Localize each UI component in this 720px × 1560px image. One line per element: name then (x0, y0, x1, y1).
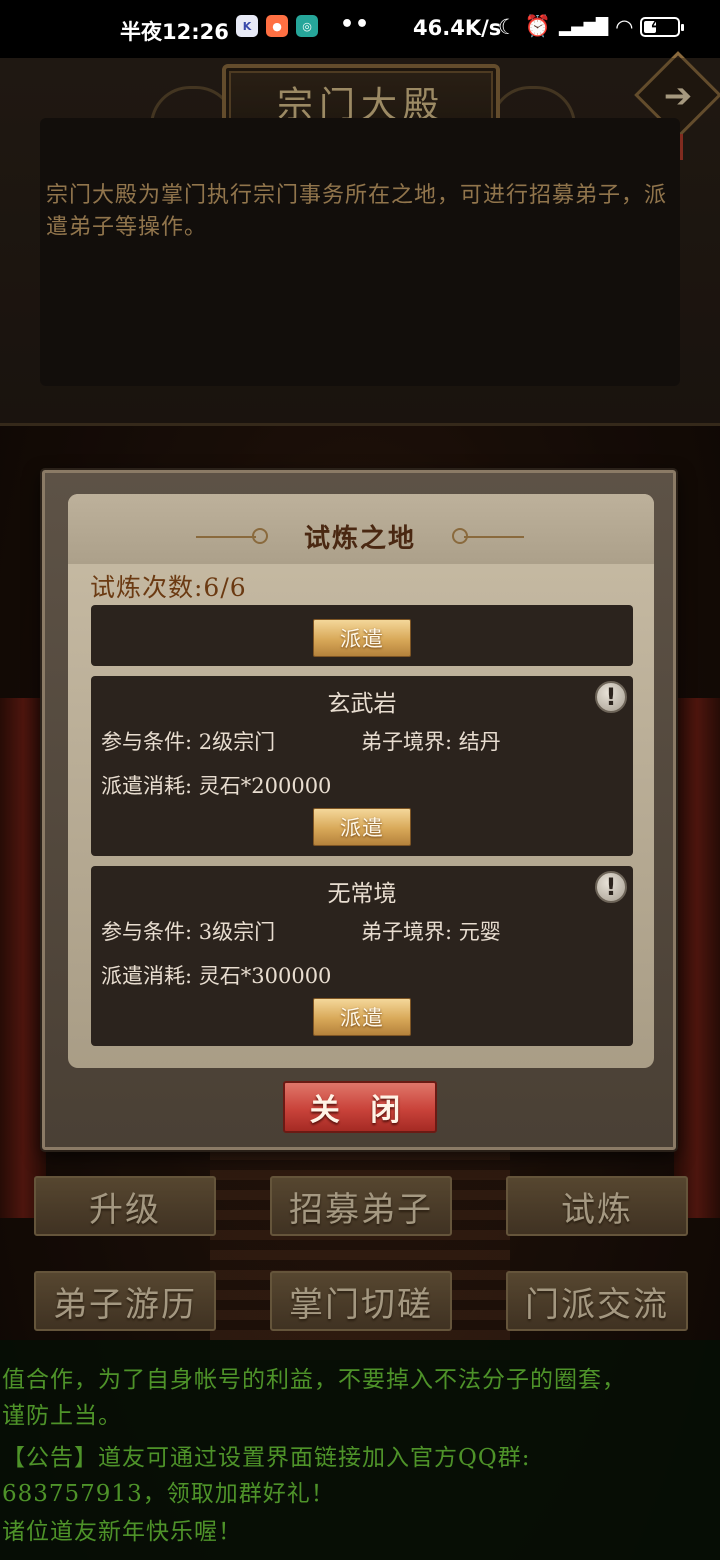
signal-icon: ▂▄▆█ (558, 17, 609, 36)
app-orange-icon: ● (266, 15, 288, 37)
dispatch-button[interactable]: 派遣 (313, 619, 411, 657)
system-icons: ☾ ⏰ ▂▄▆█ ◠ 44 (498, 14, 685, 39)
clock: 半夜12:26 (120, 20, 229, 44)
app-k-icon: K (236, 15, 258, 37)
alarm-icon: ⏰ (524, 14, 551, 38)
trial-card: 无常境 ! 参与条件: 3级宗门 弟子境界: 元婴 派遣消耗: 灵石*30000… (91, 866, 633, 1046)
notification-icons: K ● ◎ (236, 15, 318, 37)
trial-name: 无常境 (327, 881, 397, 907)
battery-tip (681, 23, 685, 31)
moon-icon: ☾ (498, 14, 517, 39)
network-speed: 46.4K/s (413, 16, 502, 40)
battery-level: 44 (651, 17, 670, 33)
dispatch-row: 派遣 (91, 605, 633, 666)
trial-realm: 弟子境界: 结丹 (361, 730, 501, 754)
close-button[interactable]: 关 闭 (283, 1081, 437, 1133)
status-bar: 半夜12:26 K ● ◎ •• 46.4K/s ☾ ⏰ ▂▄▆█ ◠ 44 (0, 0, 720, 58)
trial-count: 试炼次数:6/6 (90, 573, 247, 602)
battery-icon: 44 (640, 16, 685, 37)
ornament-line-right (464, 536, 524, 538)
trial-condition: 参与条件: 3级宗门 (101, 920, 276, 944)
ornament-line-left (196, 536, 256, 538)
dialog-title: 试炼之地 (303, 524, 416, 554)
dispatch-button[interactable]: 派遣 (313, 808, 411, 846)
info-icon[interactable]: ! (595, 871, 627, 903)
trial-realm: 弟子境界: 元婴 (361, 920, 501, 944)
wifi-icon: ◠ (616, 14, 633, 39)
more-notifications-icon: •• (340, 12, 371, 37)
app-teal-icon: ◎ (296, 15, 318, 37)
trial-card: 玄武岩 ! 参与条件: 2级宗门 弟子境界: 结丹 派遣消耗: 灵石*20000… (91, 676, 633, 856)
trial-cost: 派遣消耗: 灵石*300000 (101, 964, 332, 988)
info-icon[interactable]: ! (595, 681, 627, 713)
trial-condition: 参与条件: 2级宗门 (101, 730, 276, 754)
dispatch-button[interactable]: 派遣 (313, 998, 411, 1036)
trial-cost: 派遣消耗: 灵石*200000 (101, 774, 332, 798)
trial-name: 玄武岩 (327, 691, 397, 717)
